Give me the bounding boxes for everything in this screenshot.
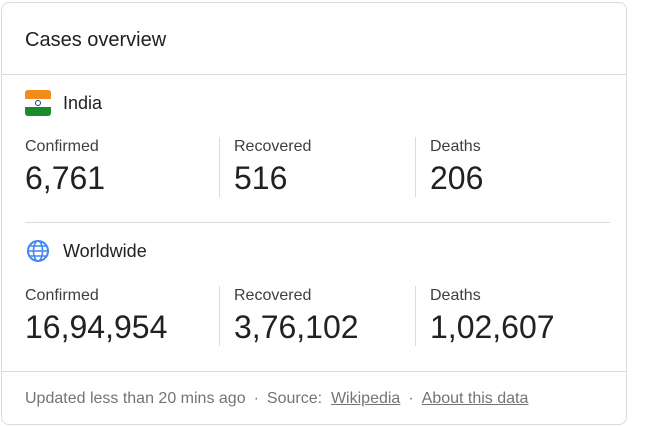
cases-overview-card: Cases overview India Confirmed 6,761 Rec…	[1, 2, 627, 425]
source-label: Source:	[266, 390, 323, 407]
stat-value: 516	[234, 160, 288, 196]
stat-value: 1,02,607	[430, 309, 555, 345]
stat-recovered: Recovered 516	[219, 137, 415, 197]
stats-worldwide: Confirmed 16,94,954 Recovered 3,76,102 D…	[25, 286, 610, 346]
stat-label: Deaths	[430, 138, 481, 155]
india-flag-icon	[25, 90, 51, 116]
card-title: Cases overview	[25, 29, 167, 51]
updated-text: Updated less than 20 mins ago	[25, 390, 246, 407]
stat-deaths: Deaths 1,02,607	[415, 286, 610, 346]
region-header-india: India	[25, 90, 102, 116]
stat-value: 3,76,102	[234, 309, 359, 345]
stat-label: Confirmed	[25, 287, 99, 304]
region-header-worldwide: Worldwide	[25, 238, 147, 264]
stat-label: Recovered	[234, 287, 312, 304]
stat-confirmed: Confirmed 6,761	[25, 137, 219, 197]
stat-recovered: Recovered 3,76,102	[219, 286, 415, 346]
header-divider	[2, 74, 626, 75]
stat-label: Confirmed	[25, 138, 99, 155]
separator-dot: ·	[253, 390, 259, 407]
stat-label: Recovered	[234, 138, 312, 155]
stat-confirmed: Confirmed 16,94,954	[25, 286, 219, 346]
globe-icon	[25, 238, 51, 264]
stat-value: 6,761	[25, 160, 106, 196]
region-name: India	[63, 93, 103, 113]
section-divider	[25, 222, 610, 223]
stat-value: 16,94,954	[25, 309, 168, 345]
source-link-wikipedia[interactable]: Wikipedia	[331, 390, 400, 407]
region-name: Worldwide	[63, 241, 147, 261]
card-footer: Updated less than 20 mins ago · Source: Wi…	[25, 389, 528, 409]
stats-india: Confirmed 6,761 Recovered 516 Deaths 206	[25, 137, 610, 197]
stat-deaths: Deaths 206	[415, 137, 610, 197]
about-this-data-link[interactable]: About this data	[422, 390, 529, 407]
stat-label: Deaths	[430, 287, 481, 304]
separator-dot: ·	[408, 390, 414, 407]
footer-divider	[2, 371, 626, 372]
stat-value: 206	[430, 160, 484, 196]
